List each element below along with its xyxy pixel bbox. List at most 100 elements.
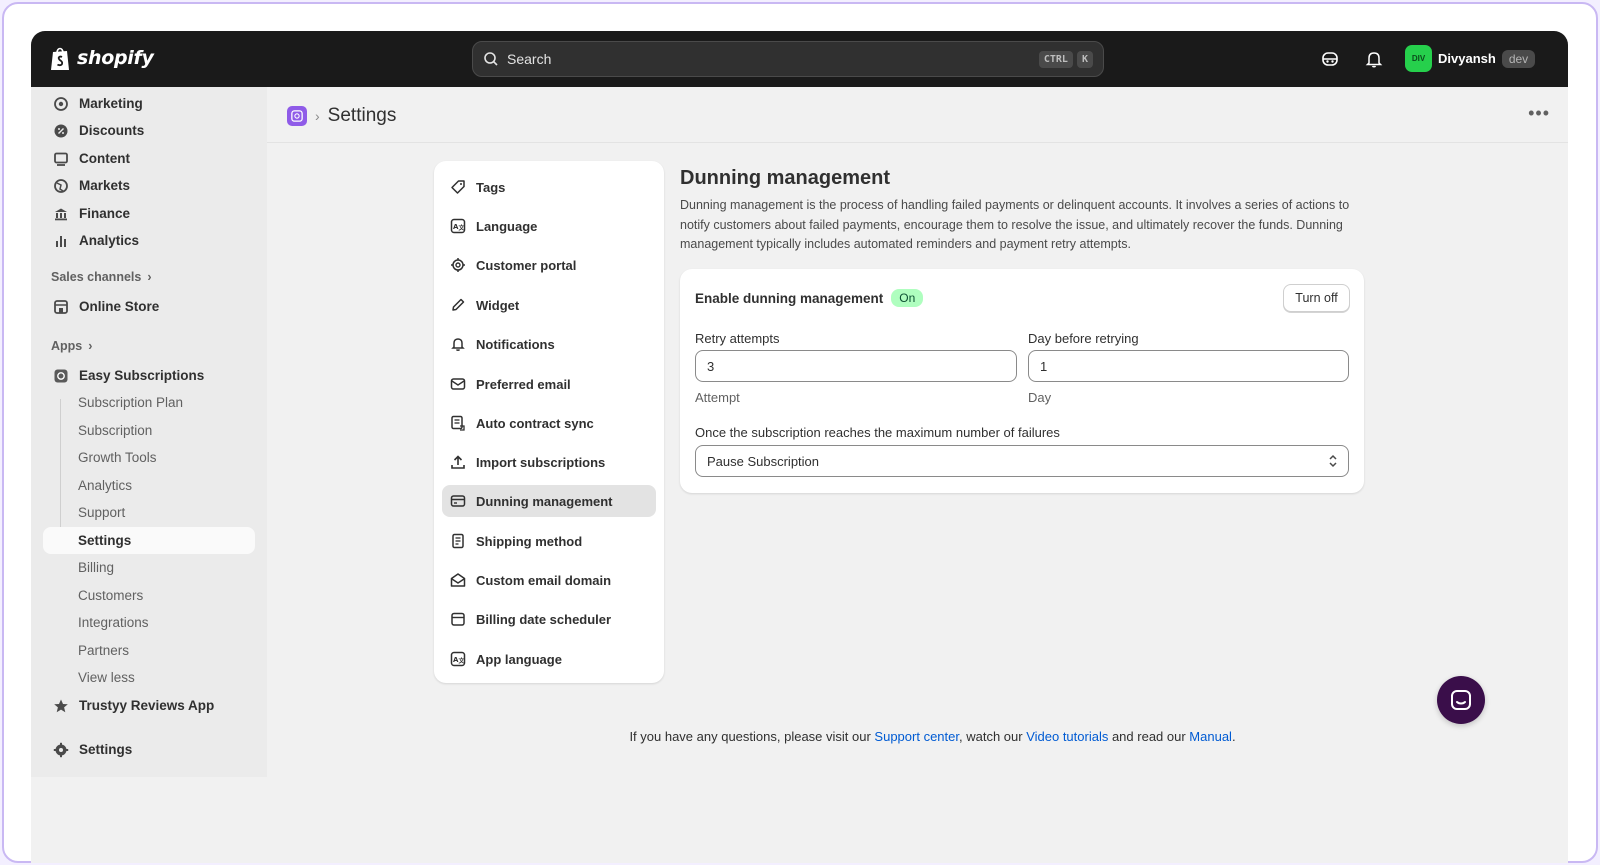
sidebar-item-label: Markets — [79, 178, 131, 193]
sidebar-sub-customers[interactable]: Customers — [78, 582, 143, 609]
menu-item-auto-contract-sync[interactable]: Auto contract sync — [442, 407, 656, 439]
store-badge: dev — [1501, 49, 1536, 68]
sidebar-sub-view-less[interactable]: View less — [78, 664, 135, 691]
header-divider — [267, 142, 1568, 143]
sidebar-item-easy-subscriptions[interactable]: Easy Subscriptions — [43, 362, 255, 389]
menu-item-custom-email-domain[interactable]: Custom email domain — [442, 564, 656, 596]
menu-item-widget[interactable]: Widget — [442, 289, 656, 321]
sidebar-item-finance[interactable]: Finance — [43, 200, 255, 227]
translate-icon: A文 — [450, 651, 466, 667]
search-bar[interactable]: Search CTRL K — [472, 41, 1104, 77]
sidebar-sub-support[interactable]: Support — [78, 499, 125, 526]
dunning-section: Dunning management Dunning management is… — [680, 167, 1380, 255]
sidebar-item-marketing[interactable]: Marketing — [43, 90, 255, 117]
top-bar: shopify Search CTRL K DIV Divyansh dev — [31, 31, 1568, 87]
user-menu[interactable]: DIV Divyansh dev — [1405, 45, 1536, 72]
sidebar-item-online-store[interactable]: Online Store — [43, 293, 255, 320]
svg-text:文: 文 — [458, 657, 466, 665]
footer-text: If you have any questions, please visit … — [629, 729, 875, 744]
menu-item-label: Import subscriptions — [476, 454, 606, 470]
pencil-icon — [450, 297, 466, 313]
sidebar-item-settings[interactable]: Settings — [43, 736, 255, 763]
breadcrumb: › Settings — [287, 105, 396, 127]
sidebar-sub-growth-tools[interactable]: Growth Tools — [78, 444, 157, 471]
sidebar-item-label: Marketing — [79, 96, 143, 111]
max-failures-select[interactable]: Pause Subscription — [695, 445, 1349, 477]
calendar-icon — [450, 611, 466, 627]
day-before-retrying-input[interactable]: 1 — [1028, 350, 1349, 382]
menu-item-notifications[interactable]: Notifications — [442, 328, 656, 360]
receipt-icon — [450, 533, 466, 549]
menu-item-shipping-method[interactable]: Shipping method — [442, 525, 656, 557]
content-icon — [53, 151, 69, 167]
retry-attempts-input[interactable]: 3 — [695, 350, 1017, 382]
sidebar-item-label: Finance — [79, 206, 131, 221]
footer-text: , watch our — [958, 729, 1027, 744]
menu-item-label: Tags — [476, 179, 506, 195]
gear-icon — [53, 742, 69, 758]
tag-icon — [450, 179, 466, 195]
more-actions-button[interactable]: ••• — [1528, 103, 1550, 124]
sidebar-item-content[interactable]: Content — [43, 145, 255, 172]
bell-icon — [450, 336, 466, 352]
bell-icon[interactable] — [1364, 49, 1384, 69]
shortcut-ctrl: CTRL — [1038, 50, 1073, 68]
status-badge: On — [891, 289, 924, 307]
sales-channels-header[interactable]: Sales channels › — [51, 270, 152, 284]
sidebar-item-analytics[interactable]: Analytics — [43, 227, 255, 254]
sidebar-item-discounts[interactable]: Discounts — [43, 117, 255, 144]
section-label: Sales channels — [51, 270, 142, 284]
chat-button[interactable] — [1437, 676, 1485, 724]
sidebar-item-trustyy-reviews[interactable]: Trustyy Reviews App — [43, 692, 255, 719]
menu-item-customer-portal[interactable]: Customer portal — [442, 249, 656, 281]
section-description: Dunning management is the process of han… — [680, 198, 1350, 251]
translate-icon: A文 — [450, 218, 466, 234]
menu-item-app-language[interactable]: A文 App language — [442, 643, 656, 675]
sidebar-sub-settings[interactable]: Settings — [43, 527, 255, 554]
manual-link[interactable]: Manual — [1189, 729, 1232, 744]
sidebar-item-markets[interactable]: Markets — [43, 172, 255, 199]
menu-item-label: Customer portal — [476, 257, 577, 273]
menu-item-label: Custom email domain — [476, 572, 612, 588]
sidebar-sub-subscription-plan[interactable]: Subscription Plan — [78, 389, 183, 416]
menu-item-language[interactable]: A文 Language — [442, 210, 656, 242]
sidebar-sub-subscription[interactable]: Subscription — [78, 417, 152, 444]
sidebar-item-label: Trustyy Reviews App — [79, 698, 215, 713]
select-chevron-icon — [1329, 454, 1337, 468]
menu-item-preferred-email[interactable]: Preferred email — [442, 368, 656, 400]
retry-attempts-label: Retry attempts — [695, 331, 780, 346]
sidebar-sub-partners[interactable]: Partners — [78, 637, 129, 664]
video-tutorials-link[interactable]: Video tutorials — [1026, 729, 1108, 744]
enable-dunning-label: Enable dunning management — [695, 290, 884, 306]
menu-item-label: Shipping method — [476, 533, 583, 549]
apps-header[interactable]: Apps › — [51, 339, 92, 353]
footer-text: . — [1231, 729, 1236, 744]
app-badge-icon[interactable] — [287, 106, 307, 126]
upload-icon — [450, 454, 466, 470]
sidebar-sub-integrations[interactable]: Integrations — [78, 609, 149, 636]
support-center-link[interactable]: Support center — [874, 729, 959, 744]
avatar: DIV — [1405, 45, 1432, 72]
sidebar-sub-billing[interactable]: Billing — [78, 554, 114, 581]
menu-item-tags[interactable]: Tags — [442, 171, 656, 203]
help-footer: If you have any questions, please visit … — [267, 729, 1568, 744]
chevron-right-icon: › — [88, 339, 93, 353]
sidekick-icon[interactable] — [1320, 49, 1340, 69]
sidebar-sub-analytics[interactable]: Analytics — [78, 472, 132, 499]
retry-attempts-help: Attempt — [695, 390, 740, 405]
menu-item-billing-date-scheduler[interactable]: Billing date scheduler — [442, 603, 656, 635]
menu-item-dunning-management[interactable]: Dunning management — [442, 485, 656, 517]
bank-icon — [53, 206, 69, 222]
bar-chart-icon — [53, 233, 69, 249]
dunning-settings-card: Enable dunning management On Turn off Re… — [680, 269, 1364, 493]
target-icon — [53, 96, 69, 112]
menu-item-import-subscriptions[interactable]: Import subscriptions — [442, 446, 656, 478]
discount-icon — [53, 123, 69, 139]
tree-line — [60, 399, 61, 544]
turn-off-button[interactable]: Turn off — [1283, 284, 1350, 312]
svg-text:文: 文 — [458, 224, 466, 232]
app-icon — [53, 368, 69, 384]
section-title: Dunning management — [680, 167, 891, 189]
shopify-logo[interactable]: shopify — [49, 45, 154, 71]
max-failures-label: Once the subscription reaches the maximu… — [695, 425, 1060, 440]
